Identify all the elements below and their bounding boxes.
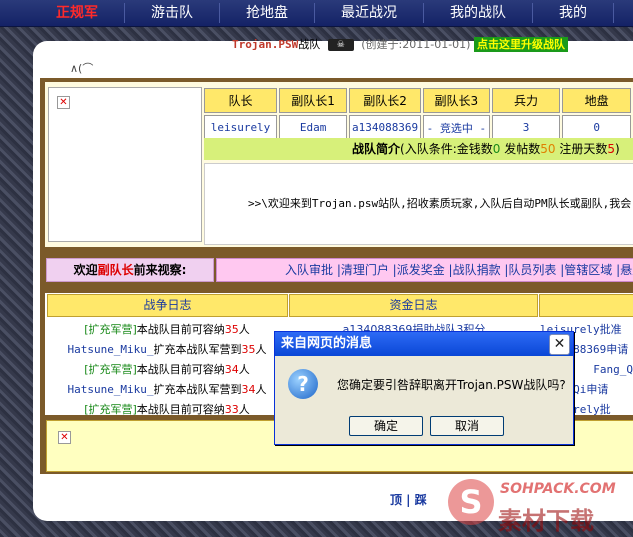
fund-log-header: 资金日志 bbox=[289, 294, 538, 317]
broken-image-icon: ✕ bbox=[57, 96, 70, 109]
war-log-list: [扩充军营]本战队目前可容纳35人 Hatsune_Miku_扩充本战队军营到3… bbox=[48, 320, 286, 420]
intro-posts: 50 bbox=[540, 142, 556, 156]
header-vice2: 副队长2 bbox=[349, 88, 421, 113]
clan-intro-bar: 战队简介(入队条件:金钱数0 发帖数50 注册天数5) bbox=[204, 138, 633, 160]
intro-cond-prefix: (入队条件:金钱数 bbox=[400, 142, 493, 156]
visitor-post: 前来视察: bbox=[133, 263, 187, 277]
tab-mark: ∧(⌒ bbox=[70, 62, 94, 75]
watermark-logo: S SOHPACK.COM 素材下载 bbox=[440, 475, 633, 537]
header-vice1: 副队长1 bbox=[279, 88, 348, 113]
intro-days: 5 bbox=[607, 142, 615, 156]
nav-grab-territory[interactable]: 抢地盘 bbox=[220, 3, 315, 23]
confirm-dialog: 来自网页的消息 ✕ ? 您确定要引咎辞职离开Trojan.PSW战队吗? 确定 … bbox=[274, 331, 574, 445]
clan-stats-table: 队长 副队长1 副队长2 副队长3 兵力 地盘 leisurely Edam a… bbox=[202, 86, 633, 142]
pirate-flag-icon: ☠ bbox=[327, 39, 354, 51]
nav-guerrilla[interactable]: 游击队 bbox=[125, 3, 220, 23]
upgrade-clan-link[interactable]: 点击这里升级战队 bbox=[473, 37, 568, 52]
admin-links-bar: 入队审批 |清理门户 |派发奖金 |战队捐款 |队员列表 |管辖区域 |悬赏 bbox=[216, 258, 633, 282]
nav-recent-battles[interactable]: 最近战况 bbox=[315, 3, 424, 23]
vice2-name[interactable]: a134088369 bbox=[349, 115, 421, 140]
third-log-header bbox=[539, 294, 633, 317]
watermark-site: SOHPACK.COM bbox=[500, 481, 616, 497]
header-vice3: 副队长3 bbox=[422, 88, 490, 113]
visitor-role: 副队长 bbox=[97, 263, 134, 277]
ok-button[interactable]: 确定 bbox=[349, 416, 423, 436]
nav-regular-army[interactable]: 正规军 bbox=[0, 3, 125, 23]
vice1-name[interactable]: Edam bbox=[279, 115, 348, 140]
cancel-button[interactable]: 取消 bbox=[430, 416, 504, 436]
territory-count: 0 bbox=[562, 115, 631, 140]
admin-links[interactable]: 入队审批 |清理门户 |派发奖金 |战队捐款 |队员列表 |管辖区域 |悬赏 bbox=[285, 263, 633, 277]
header-territory: 地盘 bbox=[562, 88, 631, 113]
war-log-item: [扩充军营]本战队目前可容纳34人 bbox=[84, 363, 250, 376]
visitor-pre: 欢迎 bbox=[73, 263, 98, 277]
top-nav: 正规军 游击队 抢地盘 最近战况 我的战队 我的 bbox=[0, 0, 633, 27]
vote-links[interactable]: 顶 | 踩 bbox=[390, 491, 427, 508]
clan-suffix: 战队 bbox=[298, 38, 321, 51]
nav-my-more[interactable]: 我的 bbox=[533, 3, 614, 23]
visitor-label: 欢迎副队长前来视察: bbox=[46, 258, 214, 282]
troop-count: 3 bbox=[491, 115, 561, 140]
watermark-cn: 素材下载 bbox=[498, 507, 594, 535]
header-troops: 兵力 bbox=[491, 88, 561, 113]
captain-name[interactable]: leisurely bbox=[204, 115, 278, 140]
clan-header: Trojan.PSW战队 ☠ (创建于:2011-01-01) 点击这里升级战队 bbox=[232, 36, 568, 52]
dialog-title: 来自网页的消息 bbox=[275, 332, 573, 356]
intro-days-label: 注册天数 bbox=[555, 142, 608, 156]
intro-title: 战队简介 bbox=[352, 142, 401, 156]
intro-close: ) bbox=[614, 142, 620, 156]
close-icon[interactable]: ✕ bbox=[549, 334, 570, 355]
clan-welcome-text: >>\欢迎来到Trojan.psw站队,招收素质玩家,入队后自动PM队长或副队,… bbox=[248, 197, 632, 210]
war-log-header: 战争日志 bbox=[47, 294, 288, 317]
clan-name: Trojan.PSW bbox=[232, 38, 299, 51]
nav-my-clan[interactable]: 我的战队 bbox=[424, 3, 533, 23]
war-log-item: Hatsune_Miku_扩充本战队军营到34人 bbox=[67, 383, 267, 396]
war-log-item: [扩充军营]本战队目前可容纳33人 bbox=[84, 403, 250, 416]
war-log-item: Hatsune_Miku_扩充本战队军营到35人 bbox=[67, 343, 267, 356]
header-captain: 队长 bbox=[204, 88, 278, 113]
intro-post-label: 发帖数 bbox=[500, 142, 541, 156]
broken-image-icon: ✕ bbox=[58, 431, 71, 444]
dialog-message: 您确定要引咎辞职离开Trojan.PSW战队吗? bbox=[337, 378, 566, 392]
watermark-s-icon: S bbox=[448, 479, 494, 525]
question-icon: ? bbox=[288, 369, 318, 399]
clan-created-date: (创建于:2011-01-01) bbox=[361, 38, 471, 51]
war-log-item: [扩充军营]本战队目前可容纳35人 bbox=[84, 323, 250, 336]
clan-logo: ✕ bbox=[48, 87, 202, 242]
vice3-election[interactable]: - 竞选中 - bbox=[422, 115, 490, 140]
